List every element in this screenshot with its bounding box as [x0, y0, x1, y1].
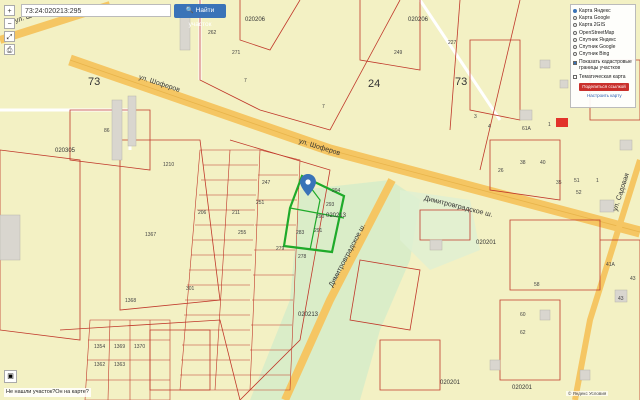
cadastral-area-label: 020201 [440, 380, 461, 386]
quarter-label: 24 [368, 78, 381, 90]
plot-number: 1210 [163, 162, 175, 168]
layer-option-label: Спутник Google [579, 44, 616, 51]
plot-number: 1362 [94, 362, 106, 368]
plot-number: 279 [276, 246, 285, 252]
radio-icon [573, 23, 577, 28]
plot-number: 1 [548, 122, 551, 128]
zoom-out-button[interactable]: − [4, 18, 15, 29]
plot-number: 255 [238, 230, 247, 236]
layer-option[interactable]: Спутник Bing [573, 51, 633, 58]
layer-option-label: Карта 2GIS [579, 22, 606, 29]
layer-option-label: Карта Яндекс [579, 7, 611, 14]
zoom-in-button[interactable]: + [4, 5, 15, 16]
plot-number: 293 [326, 202, 335, 208]
layer-option-label: Спутник Bing [579, 51, 610, 58]
radio-icon [573, 30, 577, 35]
plot-number: 52 [576, 190, 582, 196]
plot-number: 249 [394, 50, 403, 56]
plot-number: 62 [520, 330, 526, 336]
cadastral-area-label: 020201 [512, 385, 533, 391]
radio-icon [573, 15, 577, 20]
search-input[interactable]: 73:24:020213:295 [21, 4, 171, 17]
layer-option[interactable]: Спутник Яндекс [573, 36, 633, 43]
plot-number: 294 [332, 188, 341, 194]
plot-number: 290 [316, 214, 325, 220]
layer-option-label: OpenStreetMap [579, 29, 615, 36]
plot-number: 1 [596, 178, 599, 184]
plot-number: 1363 [114, 362, 126, 368]
plot-number: 60 [520, 312, 526, 318]
plot-number: 43 [618, 296, 624, 302]
plot-number: 38 [520, 160, 526, 166]
plot-number: 247 [262, 180, 271, 186]
radio-icon [573, 37, 577, 42]
poi-marker-icon [556, 118, 568, 127]
plot-number: 271 [232, 50, 241, 56]
plot-number: 1368 [125, 298, 137, 304]
plot-number: 1354 [94, 344, 106, 350]
plot-number: 35 [556, 180, 562, 186]
search-icon: 🔍 [185, 7, 194, 14]
toggle-label: Тематическая карта [579, 73, 626, 80]
layer-option[interactable]: OpenStreetMap [573, 29, 633, 36]
plot-number: 3 [474, 114, 477, 120]
plot-number: 4 [488, 124, 491, 130]
radio-icon [573, 8, 577, 13]
cadastral-area-label: 020201 [476, 240, 497, 246]
checkbox-icon [573, 74, 577, 79]
plot-number: 206 [198, 210, 207, 216]
share-link-button[interactable]: Поделиться ссылкой [579, 83, 629, 92]
info-icon[interactable]: ▣ [4, 370, 17, 383]
layer-option-label: Карта Google [579, 14, 610, 21]
plot-number: 1370 [134, 344, 146, 350]
map-settings-link[interactable]: Настроить карту [587, 93, 633, 98]
plot-number: 251 [256, 200, 265, 206]
plot-number: 58 [534, 282, 540, 288]
fullscreen-button[interactable]: ⤢ [4, 31, 15, 42]
quarter-label: 73 [455, 76, 468, 88]
layer-option[interactable]: Карта Яндекс [573, 7, 633, 14]
plot-number: 7 [244, 78, 247, 84]
cadastral-area-label: 020206 [408, 17, 429, 23]
toggle-label: Показать кадастровые границы участков [579, 59, 632, 71]
map-attribution[interactable]: © Яндекс Условия [566, 391, 609, 396]
cadastral-area-label: 020305 [55, 148, 76, 154]
plot-number: 1369 [114, 344, 126, 350]
checkbox-icon [573, 61, 577, 66]
thematic-map-toggle[interactable]: Тематическая карта [573, 73, 633, 80]
radio-icon [573, 45, 577, 50]
plot-number: 291 [314, 228, 323, 234]
layer-option-label: Спутник Яндекс [579, 36, 617, 43]
cadastral-area-label: 020213 [326, 213, 347, 219]
plot-number: 283 [296, 230, 305, 236]
help-link[interactable]: Не нашли участок?Он на карте? [4, 388, 91, 397]
plot-number: 51 [574, 178, 580, 184]
plot-number: 86 [104, 128, 110, 134]
cadastral-borders-toggle[interactable]: Показать кадастровые границы участков [573, 59, 633, 73]
map-canvas[interactable] [0, 0, 640, 400]
layer-option[interactable]: Спутник Google [573, 43, 633, 50]
print-button[interactable]: ⎙ [4, 44, 15, 55]
radio-icon [573, 52, 577, 57]
plot-number: 61A [522, 126, 531, 132]
layer-switcher-panel: Карта Яндекс Карта Google Карта 2GIS Ope… [570, 4, 636, 108]
plot-number: 26 [498, 168, 504, 174]
cadastral-area-label: 020213 [298, 312, 319, 318]
plot-number: 301 [186, 286, 195, 292]
plot-number: 43 [630, 276, 636, 282]
layer-option[interactable]: Карта 2GIS [573, 22, 633, 29]
plot-number: 278 [298, 254, 307, 260]
plot-number: 211 [232, 210, 240, 216]
plot-number: 227 [448, 40, 457, 46]
layer-option[interactable]: Карта Google [573, 14, 633, 21]
quarter-label: 73 [88, 76, 101, 88]
plot-number: 41A [606, 262, 615, 268]
cadastral-area-label: 020206 [245, 17, 266, 23]
plot-number: 40 [540, 160, 546, 166]
plot-number: 1367 [145, 232, 157, 238]
plot-number: 7 [322, 104, 325, 110]
search-button[interactable]: 🔍 Найти участок [174, 4, 226, 28]
